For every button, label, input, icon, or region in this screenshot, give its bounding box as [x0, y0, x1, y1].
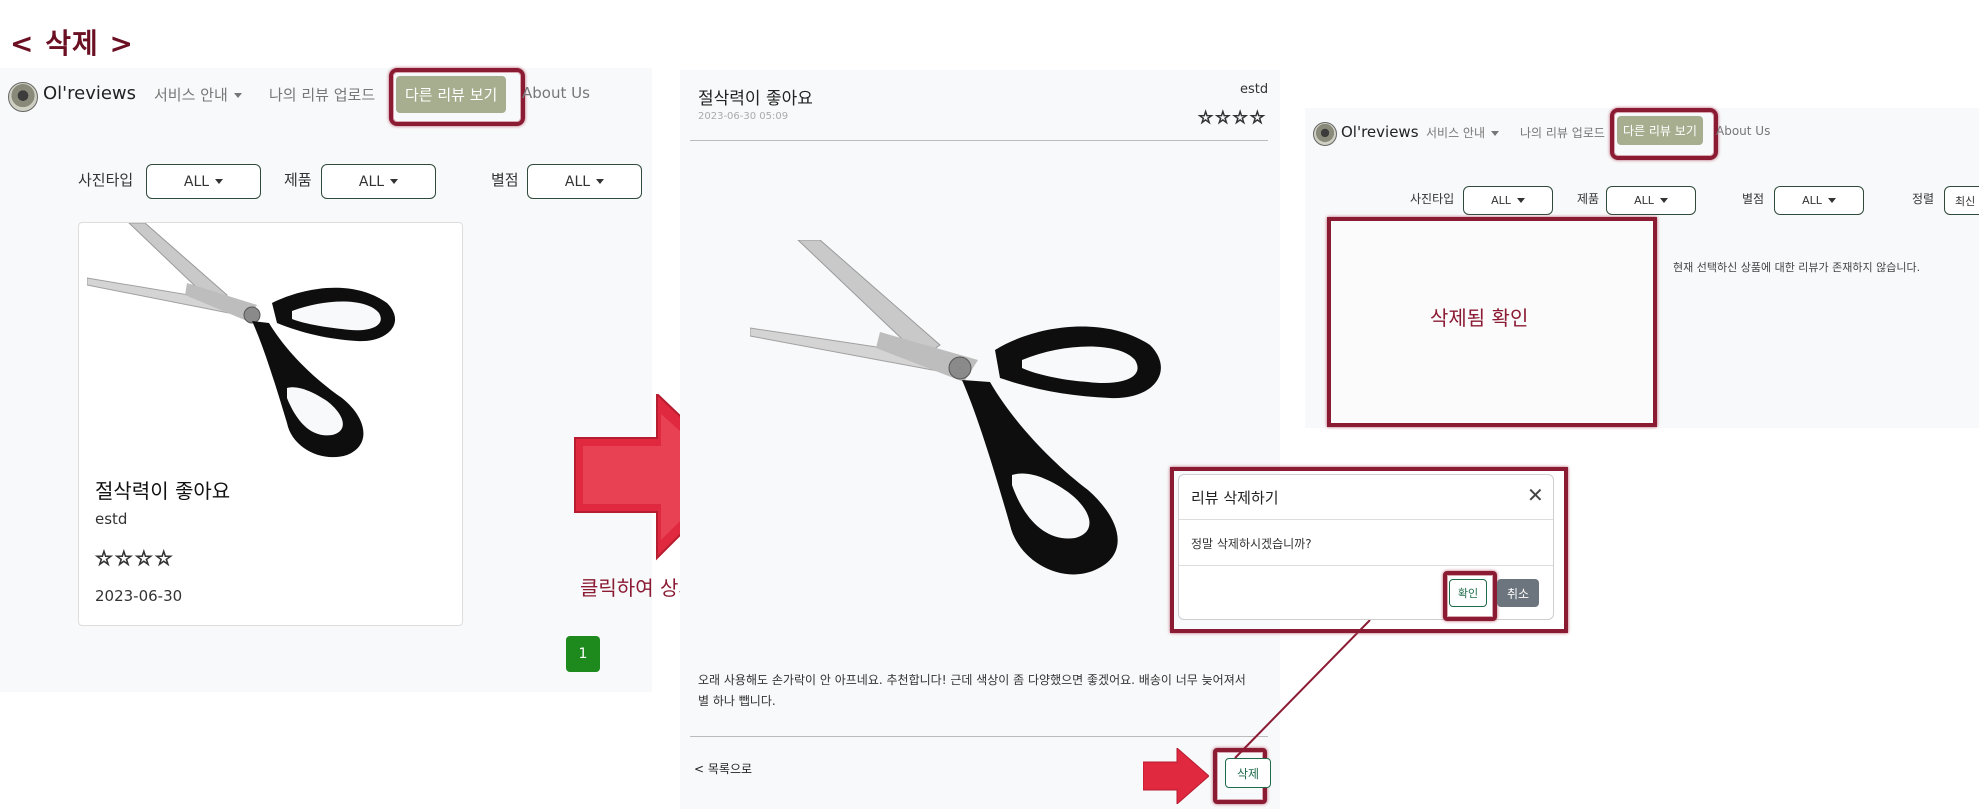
chevron-down-icon: [1827, 198, 1836, 203]
list-panel: Ol'reviews 서비스 안내 나의 리뷰 업로드 다른 리뷰 보기 Abo…: [0, 68, 652, 692]
cancel-button[interactable]: 취소: [1497, 579, 1539, 607]
modal-title: 리뷰 삭제하기: [1191, 489, 1279, 507]
close-icon[interactable]: ✕: [1527, 483, 1544, 507]
filter-rating-dropdown[interactable]: ALL: [527, 164, 642, 199]
logo-icon[interactable]: [8, 82, 38, 112]
filter-product-dropdown[interactable]: ALL: [1606, 186, 1696, 215]
modal-message: 정말 삭제하시겠습니까?: [1191, 537, 1312, 551]
filter-value: ALL: [1802, 194, 1822, 207]
filter-value: ALL: [358, 173, 385, 190]
filter-product-dropdown[interactable]: ALL: [321, 164, 436, 199]
detail-datetime: 2023-06-30 05:09: [698, 111, 789, 122]
chevron-down-icon: [596, 179, 605, 184]
nav-other-reviews[interactable]: 다른 리뷰 보기: [1617, 116, 1703, 145]
filter-rating-label: 별점: [1742, 192, 1765, 206]
filter-value: ALL: [1634, 194, 1654, 207]
chevron-down-icon: [390, 179, 399, 184]
connector-line: [1234, 620, 1371, 759]
filter-photo-type-label: 사진타입: [1410, 192, 1455, 206]
navbar: Ol'reviews 서비스 안내 나의 리뷰 업로드 다른 리뷰 보기 Abo…: [0, 68, 652, 126]
review-card-date: 2023-06-30: [95, 587, 183, 605]
chevron-down-icon: [215, 179, 224, 184]
filter-value: ALL: [1491, 194, 1511, 207]
nav-my-review-upload[interactable]: 나의 리뷰 업로드: [269, 84, 389, 105]
filter-value: 최신: [1955, 194, 1976, 208]
chevron-down-icon: [233, 93, 242, 98]
filter-product-label: 제품: [1577, 192, 1600, 206]
confirm-button[interactable]: 확인: [1449, 579, 1487, 607]
chevron-down-icon: [1491, 131, 1500, 136]
filter-photo-type-label: 사진타입: [78, 171, 134, 189]
brand-link[interactable]: Ol'reviews: [43, 83, 136, 104]
filter-value: ALL: [564, 173, 591, 190]
filter-photo-type-dropdown[interactable]: ALL: [1463, 186, 1553, 215]
chevron-down-icon: [1659, 198, 1668, 203]
detail-title: 절삭력이 좋아요: [698, 89, 813, 109]
nav-other-reviews[interactable]: 다른 리뷰 보기: [396, 76, 507, 113]
nav-service-info[interactable]: 서비스 안내: [154, 84, 242, 105]
page-title: < 삭제 >: [10, 27, 134, 60]
filter-rating-dropdown[interactable]: ALL: [1774, 186, 1864, 215]
scissors-image: [750, 240, 1161, 575]
review-card-title: 절삭력이 좋아요: [95, 479, 231, 503]
filter-rating-label: 별점: [491, 171, 519, 189]
filter-sort-dropdown[interactable]: 최신: [1944, 186, 1979, 215]
filter-product-label: 제품: [284, 171, 312, 189]
detail-author: estd: [1240, 82, 1269, 97]
detail-stars: ☆☆☆☆: [1198, 108, 1267, 129]
review-card-stars: ☆☆☆☆: [95, 546, 175, 571]
delete-review-modal: 리뷰 삭제하기 ✕ 정말 삭제하시겠습니까? 확인 취소: [1178, 474, 1554, 621]
nav-service-info[interactable]: 서비스 안내: [1426, 124, 1500, 141]
modal-footer-divider: [1179, 565, 1553, 566]
logo-icon[interactable]: [1313, 122, 1337, 146]
brand-link[interactable]: Ol'reviews: [1341, 123, 1419, 141]
detail-bottom-divider: [690, 736, 1268, 737]
delete-button[interactable]: 삭제: [1225, 758, 1271, 788]
review-card-author: estd: [95, 510, 128, 528]
deleted-confirm-annotation: 삭제됨 확인: [1430, 306, 1529, 330]
filter-sort-label: 정렬: [1912, 192, 1935, 206]
filter-photo-type-dropdown[interactable]: ALL: [146, 164, 261, 199]
detail-top-divider: [690, 140, 1268, 141]
detail-body: 오래 사용해도 손가락이 안 아프네요. 추천합니다! 근데 색상이 좀 다양했…: [698, 673, 1246, 708]
nav-about-us[interactable]: About Us: [522, 84, 590, 102]
nav-about-us[interactable]: About Us: [1716, 124, 1770, 138]
nav-service-info-label: 서비스 안내: [154, 86, 228, 104]
scissors-image: [87, 223, 396, 458]
back-to-list-link[interactable]: < 목록으로: [694, 760, 752, 777]
pagination-page-1[interactable]: 1: [566, 636, 600, 672]
nav-my-review-upload[interactable]: 나의 리뷰 업로드: [1520, 124, 1614, 141]
empty-result-message: 현재 선택하신 상품에 대한 리뷰가 존재하지 않습니다.: [1673, 261, 1921, 274]
modal-header-divider: [1179, 519, 1553, 520]
detail-panel: 절삭력이 좋아요 2023-06-30 05:09 estd ☆☆☆☆ 오래 사…: [680, 70, 1280, 809]
chevron-down-icon: [1516, 198, 1525, 203]
review-card[interactable]: 절삭력이 좋아요 estd ☆☆☆☆ 2023-06-30: [78, 222, 463, 626]
filter-value: ALL: [183, 173, 210, 190]
nav-service-info-label: 서비스 안내: [1426, 126, 1486, 140]
